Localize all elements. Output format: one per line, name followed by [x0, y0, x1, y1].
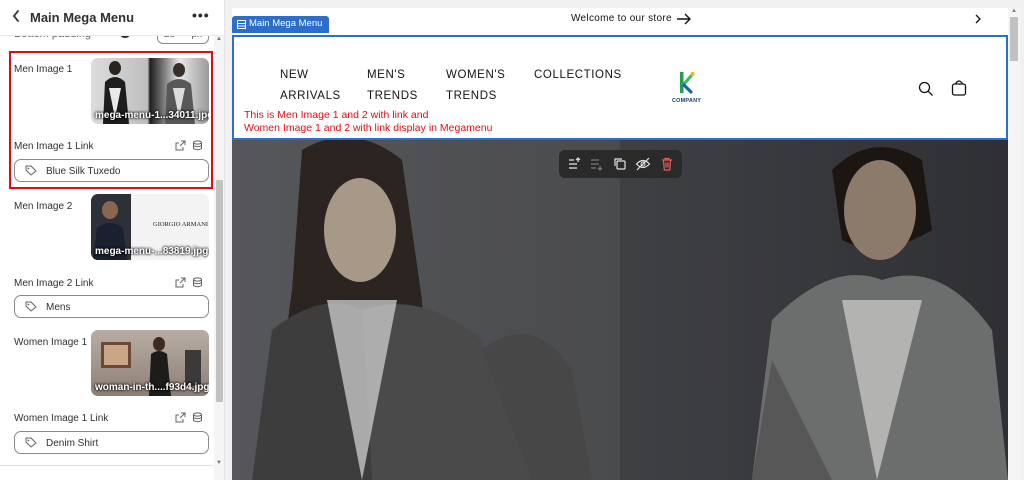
- announcement-bar: Welcome to our store: [232, 8, 1008, 34]
- arrow-right-icon[interactable]: [676, 13, 692, 25]
- hero-banner-image: [232, 140, 1008, 480]
- announcement-text: Welcome to our store: [571, 13, 672, 24]
- men-image-1-link-actions: [175, 140, 207, 152]
- cart-bag-icon[interactable]: [950, 79, 968, 97]
- section-layout-icon: [237, 20, 246, 29]
- annotation-note: This is Men Image 1 and 2 with link and …: [244, 109, 492, 135]
- sidebar-scrollbar[interactable]: ▲ ▼: [214, 36, 224, 480]
- external-link-icon[interactable]: [175, 277, 186, 288]
- move-up-icon[interactable]: [566, 156, 582, 172]
- company-logo-icon[interactable]: [678, 71, 696, 95]
- sidebar-divider: [0, 465, 214, 466]
- database-icon[interactable]: [192, 412, 203, 423]
- database-icon[interactable]: [192, 140, 203, 151]
- section-tag-label: Main Mega Menu: [249, 18, 323, 29]
- nav-mens-trends-line2: TRENDS: [367, 90, 418, 102]
- men-image-1-link-label: Men Image 1 Link: [14, 141, 94, 152]
- external-link-icon[interactable]: [175, 412, 186, 423]
- women-image-1-thumbnail[interactable]: woman-in-th....f93d4.jpg: [91, 330, 209, 396]
- hide-eye-icon[interactable]: [635, 156, 651, 172]
- move-down-icon[interactable]: [588, 156, 604, 172]
- duplicate-icon[interactable]: [612, 156, 628, 172]
- block-toolbar: [559, 150, 682, 178]
- men-image-2-link-label: Men Image 2 Link: [14, 278, 94, 289]
- preview-scrollbar-thumb[interactable]: [1010, 17, 1018, 61]
- more-options-button[interactable]: •••: [192, 7, 210, 23]
- men-image-2-filename: mega-menu-...83819.jpg: [95, 246, 209, 257]
- scroll-down-arrow-icon[interactable]: ▼: [216, 460, 222, 466]
- annotation-line-2: Women Image 1 and 2 with link display in…: [244, 122, 493, 134]
- preview-scrollbar[interactable]: ▲: [1008, 8, 1020, 480]
- nav-womens-trends[interactable]: WOMEN'S TRENDS: [446, 65, 505, 107]
- hero-photo: [232, 140, 1008, 480]
- section-tag[interactable]: Main Mega Menu: [232, 16, 330, 33]
- site-header[interactable]: NEW ARRIVALS MEN'S TRENDS WOMEN'S TRENDS…: [232, 35, 1008, 140]
- nav-mens-trends[interactable]: MEN'S TRENDS: [367, 65, 418, 107]
- men-image-1-filename: mega-menu-1...34011.jpg: [95, 110, 209, 121]
- nav-new-arrivals-line1: NEW: [280, 69, 309, 81]
- men-image-1-link-field[interactable]: Blue Silk Tuxedo: [14, 159, 209, 182]
- logo-text: COMPANY: [672, 98, 702, 104]
- women-image-1-link-label: Women Image 1 Link: [14, 413, 109, 424]
- scroll-up-arrow-icon[interactable]: ▲: [1011, 8, 1017, 14]
- sidebar-title: Main Mega Menu: [30, 10, 135, 25]
- men-image-2-brand-text: GIORGIO ARMANI: [153, 221, 209, 228]
- search-icon[interactable]: [918, 81, 934, 97]
- nav-womens-trends-line1: WOMEN'S: [446, 69, 506, 81]
- nav-new-arrivals-line2: ARRIVALS: [280, 90, 341, 102]
- sidebar-header: Main Mega Menu •••: [0, 0, 224, 36]
- scroll-up-arrow-icon[interactable]: ▲: [216, 36, 222, 42]
- men-image-1-label: Men Image 1: [14, 64, 73, 75]
- tag-icon: [25, 437, 37, 448]
- nav-collections[interactable]: COLLECTIONS: [534, 65, 622, 86]
- women-image-1-link-value: Denim Shirt: [46, 438, 99, 449]
- men-image-1-thumbnail[interactable]: mega-menu-1...34011.jpg: [91, 58, 209, 124]
- chevron-right-icon[interactable]: [974, 13, 982, 25]
- theme-preview: Welcome to our store Main Mega Menu NEW …: [232, 8, 1008, 480]
- database-icon[interactable]: [192, 277, 203, 288]
- men-image-1-link-value: Blue Silk Tuxedo: [46, 166, 121, 177]
- nav-new-arrivals[interactable]: NEW ARRIVALS: [280, 65, 341, 107]
- tag-icon: [25, 165, 37, 176]
- men-image-2-thumbnail[interactable]: GIORGIO ARMANI mega-menu-...83819.jpg: [91, 194, 209, 260]
- men-image-2-label: Men Image 2: [14, 201, 73, 212]
- sidebar-scrollbar-thumb[interactable]: [216, 180, 223, 402]
- back-chevron-icon[interactable]: [11, 9, 25, 25]
- external-link-icon[interactable]: [175, 140, 186, 151]
- women-image-1-label: Women Image 1: [14, 337, 88, 348]
- men-image-2-link-actions: [175, 277, 207, 289]
- men-image-2-link-value: Mens: [46, 302, 71, 313]
- women-image-1-link-actions: [175, 412, 207, 424]
- women-image-1-filename: woman-in-th....f93d4.jpg: [95, 382, 209, 393]
- nav-womens-trends-line2: TRENDS: [446, 90, 497, 102]
- delete-trash-icon[interactable]: [659, 156, 675, 172]
- annotation-line-1: This is Men Image 1 and 2 with link and: [244, 109, 429, 121]
- settings-sidebar: Bottom padding 28 px Main Mega Menu ••• …: [0, 0, 225, 480]
- tag-icon: [25, 301, 37, 312]
- nav-mens-trends-line1: MEN'S: [367, 69, 406, 81]
- men-image-2-link-field[interactable]: Mens: [14, 295, 209, 318]
- women-image-1-link-field[interactable]: Denim Shirt: [14, 431, 209, 454]
